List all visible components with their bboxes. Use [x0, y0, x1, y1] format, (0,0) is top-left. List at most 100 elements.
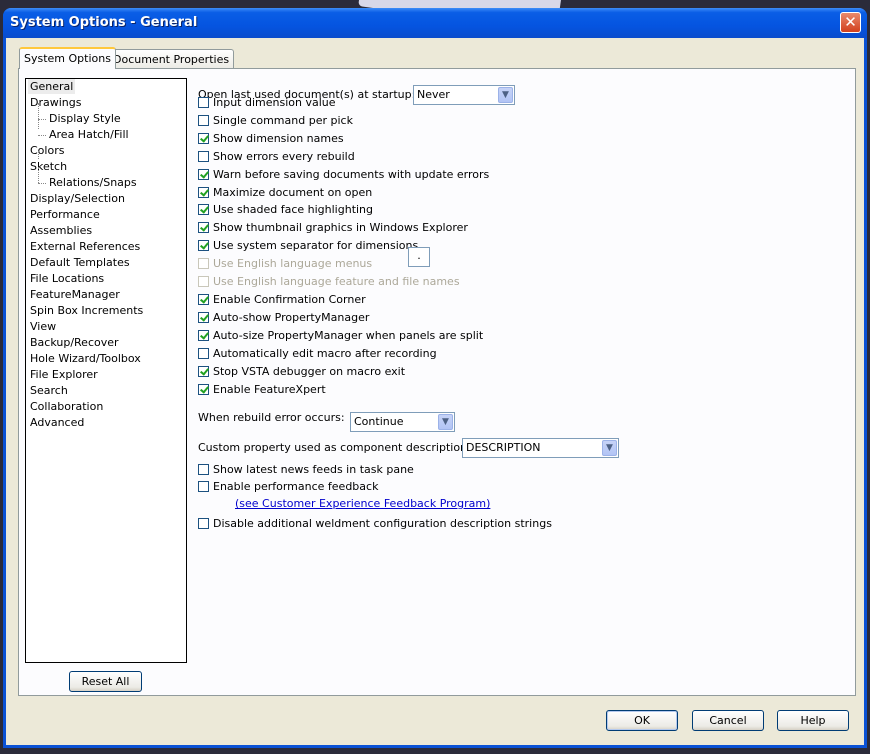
custom-property-dropdown[interactable]: DESCRIPTION ▼ [462, 438, 619, 458]
tree-item-collaboration[interactable]: Collaboration [28, 399, 105, 414]
chevron-down-icon[interactable]: ▼ [602, 440, 617, 456]
input-dimension-value-label: Input dimension value [213, 96, 336, 109]
auto-size-propertymanager-when-panels-are-split-label: Auto-size PropertyManager when panels ar… [213, 329, 484, 342]
tab-document-properties[interactable]: Document Properties [108, 49, 235, 68]
use-system-separator-for-dimensions-checkbox[interactable] [198, 239, 209, 251]
warn-before-saving-documents-with-update-errors-checkbox[interactable] [198, 168, 209, 180]
tree-item-external-references[interactable]: External References [28, 239, 142, 254]
news-feeds-row[interactable]: Show latest news feeds in task pane [198, 462, 414, 478]
tree-item-featuremanager[interactable]: FeatureManager [28, 287, 122, 302]
tree-connector [38, 151, 39, 159]
tree-item-assemblies[interactable]: Assemblies [28, 223, 94, 238]
chevron-down-icon[interactable]: ▼ [438, 414, 453, 430]
startup-value: Never [417, 88, 450, 101]
option-row-enable-featurexpert[interactable]: Enable FeatureXpert [198, 382, 326, 398]
tree-item-relations-snaps[interactable]: Relations/Snaps [47, 175, 139, 190]
use-english-language-feature-and-file-names-checkbox [198, 275, 209, 287]
automatically-edit-macro-after-recording-label: Automatically edit macro after recording [213, 347, 437, 360]
option-row-input-dimension-value[interactable]: Input dimension value [198, 95, 336, 111]
tree-item-file-explorer[interactable]: File Explorer [28, 367, 100, 382]
option-row-warn-before-saving-documents-with-update-errors[interactable]: Warn before saving documents with update… [198, 167, 489, 183]
show-thumbnail-graphics-in-windows-explorer-checkbox[interactable] [198, 221, 209, 233]
weldment-row[interactable]: Disable additional weldment configuratio… [198, 516, 552, 532]
system-options-dialog: System Options - General ✕ System Option… [3, 8, 867, 748]
title-bar[interactable]: System Options - General ✕ [3, 8, 867, 38]
auto-show-propertymanager-label: Auto-show PropertyManager [213, 311, 370, 324]
show-thumbnail-graphics-in-windows-explorer-label: Show thumbnail graphics in Windows Explo… [213, 221, 468, 234]
option-row-auto-size-propertymanager-when-panels-are-split[interactable]: Auto-size PropertyManager when panels ar… [198, 328, 483, 344]
tree-item-default-templates[interactable]: Default Templates [28, 255, 132, 270]
option-row-show-dimension-names[interactable]: Show dimension names [198, 131, 344, 147]
tree-item-spin-box-increments[interactable]: Spin Box Increments [28, 303, 145, 318]
dialog-client-area: System Options Document Properties Gener… [6, 38, 864, 745]
tree-item-drawings[interactable]: Drawings [28, 95, 83, 110]
separator-field[interactable]: . [408, 247, 430, 267]
auto-size-propertymanager-when-panels-are-split-checkbox[interactable] [198, 329, 209, 341]
stop-vsta-debugger-on-macro-exit-checkbox[interactable] [198, 365, 209, 377]
startup-dropdown[interactable]: Never ▼ [413, 85, 515, 105]
tree-item-hole-wizard-toolbox[interactable]: Hole Wizard/Toolbox [28, 351, 143, 366]
tree-item-display-style[interactable]: Display Style [47, 111, 123, 126]
rebuild-error-label: When rebuild error occurs: [198, 411, 345, 424]
option-row-automatically-edit-macro-after-recording[interactable]: Automatically edit macro after recording [198, 346, 437, 362]
tree-item-advanced[interactable]: Advanced [28, 415, 86, 430]
option-row-enable-confirmation-corner[interactable]: Enable Confirmation Corner [198, 292, 366, 308]
tree-item-colors[interactable]: Colors [28, 143, 66, 158]
enable-confirmation-corner-checkbox[interactable] [198, 293, 209, 305]
option-row-use-shaded-face-highlighting[interactable]: Use shaded face highlighting [198, 202, 373, 218]
news-feeds-label: Show latest news feeds in task pane [213, 463, 414, 476]
enable-featurexpert-checkbox[interactable] [198, 383, 209, 395]
single-command-per-pick-label: Single command per pick [213, 114, 353, 127]
tree-item-search[interactable]: Search [28, 383, 70, 398]
tree-item-backup-recover[interactable]: Backup/Recover [28, 335, 121, 350]
show-dimension-names-checkbox[interactable] [198, 132, 209, 144]
tree-item-view[interactable]: View [28, 319, 58, 334]
option-row-auto-show-propertymanager[interactable]: Auto-show PropertyManager [198, 310, 369, 326]
use-system-separator-for-dimensions-label: Use system separator for dimensions [213, 239, 419, 252]
performance-feedback-checkbox[interactable] [198, 480, 209, 492]
input-dimension-value-checkbox[interactable] [198, 96, 209, 108]
option-row-stop-vsta-debugger-on-macro-exit[interactable]: Stop VSTA debugger on macro exit [198, 364, 405, 380]
option-row-maximize-document-on-open[interactable]: Maximize document on open [198, 185, 372, 201]
rebuild-error-dropdown[interactable]: Continue ▼ [350, 412, 455, 432]
maximize-document-on-open-checkbox[interactable] [198, 186, 209, 198]
maximize-document-on-open-label: Maximize document on open [213, 186, 373, 199]
option-row-show-errors-every-rebuild[interactable]: Show errors every rebuild [198, 149, 355, 165]
tree-item-display-selection[interactable]: Display/Selection [28, 191, 127, 206]
option-row-show-thumbnail-graphics-in-windows-explorer[interactable]: Show thumbnail graphics in Windows Explo… [198, 220, 468, 236]
help-button[interactable]: Help [777, 710, 849, 731]
tree-item-sketch[interactable]: Sketch [28, 159, 69, 174]
tree-connector [38, 119, 46, 120]
performance-feedback-row[interactable]: Enable performance feedback [198, 479, 378, 495]
tree-connector [38, 183, 46, 184]
tree-item-general[interactable]: General [28, 79, 76, 94]
news-feeds-checkbox[interactable] [198, 463, 209, 475]
tree-item-file-locations[interactable]: File Locations [28, 271, 106, 286]
tree-item-area-hatch-fill[interactable]: Area Hatch/Fill [47, 127, 131, 142]
tab-system-options[interactable]: System Options [19, 47, 116, 69]
ok-button[interactable]: OK [606, 710, 678, 731]
chevron-down-icon[interactable]: ▼ [498, 87, 513, 103]
cancel-button[interactable]: Cancel [692, 710, 764, 731]
use-english-language-feature-and-file-names-label: Use English language feature and file na… [213, 275, 460, 288]
reset-all-button[interactable]: Reset All [69, 671, 142, 692]
options-tree: General Drawings Display Style Area Hatch/F… [25, 78, 187, 663]
use-shaded-face-highlighting-checkbox[interactable] [198, 203, 209, 215]
option-row-single-command-per-pick[interactable]: Single command per pick [198, 113, 353, 129]
auto-show-propertymanager-checkbox[interactable] [198, 311, 209, 323]
weldment-checkbox[interactable] [198, 517, 209, 529]
show-errors-every-rebuild-checkbox[interactable] [198, 150, 209, 162]
option-row-use-system-separator-for-dimensions[interactable]: Use system separator for dimensions [198, 238, 418, 254]
warn-before-saving-documents-with-update-errors-label: Warn before saving documents with update… [213, 168, 490, 181]
automatically-edit-macro-after-recording-checkbox[interactable] [198, 347, 209, 359]
weldment-label: Disable additional weldment configuratio… [213, 517, 552, 530]
enable-confirmation-corner-label: Enable Confirmation Corner [213, 293, 366, 306]
tree-item-performance[interactable]: Performance [28, 207, 102, 222]
single-command-per-pick-checkbox[interactable] [198, 114, 209, 126]
use-english-language-menus-label: Use English language menus [213, 257, 373, 270]
option-row-use-english-language-feature-and-file-names: Use English language feature and file na… [198, 274, 460, 290]
close-button[interactable]: ✕ [840, 12, 861, 33]
feedback-program-link[interactable]: (see Customer Experience Feedback Progra… [235, 496, 490, 512]
tab-panel: General Drawings Display Style Area Hatch/F… [18, 68, 856, 696]
rebuild-error-value: Continue [354, 415, 404, 428]
